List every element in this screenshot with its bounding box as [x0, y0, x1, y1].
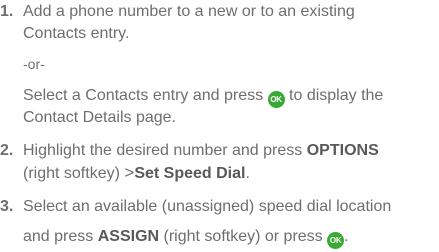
step-text: . [245, 165, 250, 182]
step-number: 3. [0, 198, 14, 215]
ok-key-icon: OK [327, 232, 345, 249]
options-label: OPTIONS [306, 142, 379, 159]
step-text: Highlight the desired number and press [23, 142, 303, 159]
step-2-line-1: 2. Highlight the desired number and pres… [0, 140, 379, 162]
step-text: to display the [289, 87, 384, 104]
step-1-alt-line-1: Select a Contacts entry and press OK to … [23, 85, 383, 108]
step-text: and press [23, 228, 94, 245]
assign-label: ASSIGN [97, 228, 160, 245]
step-text: . [344, 228, 349, 245]
step-text: (right softkey) or press [163, 228, 323, 245]
step-text: Select an available (unassigned) speed d… [23, 198, 392, 215]
menu-separator: > [124, 163, 135, 182]
step-number: 1. [0, 3, 14, 20]
step-1-line-2: Contacts entry. [23, 25, 130, 42]
step-text: Select a Contacts entry and press [23, 87, 264, 104]
or-separator: -or- [23, 56, 45, 72]
step-number: 2. [0, 142, 14, 159]
set-speed-dial-label: Set Speed Dial [134, 165, 246, 182]
step-2-line-2: (right softkey) >Set Speed Dial. [23, 162, 250, 185]
ok-key-icon: OK [267, 91, 285, 108]
step-1-alt-line-2: Contact Details page. [23, 109, 176, 126]
step-text: Add a phone number to a new or to an exi… [23, 3, 355, 20]
step-3-line-2: and press ASSIGN (right softkey) or pres… [23, 226, 349, 249]
step-1-line-1: 1. Add a phone number to a new or to an … [0, 1, 355, 23]
step-3-line-1: 3. Select an available (unassigned) spee… [0, 196, 391, 218]
step-text: (right softkey) [23, 165, 120, 182]
